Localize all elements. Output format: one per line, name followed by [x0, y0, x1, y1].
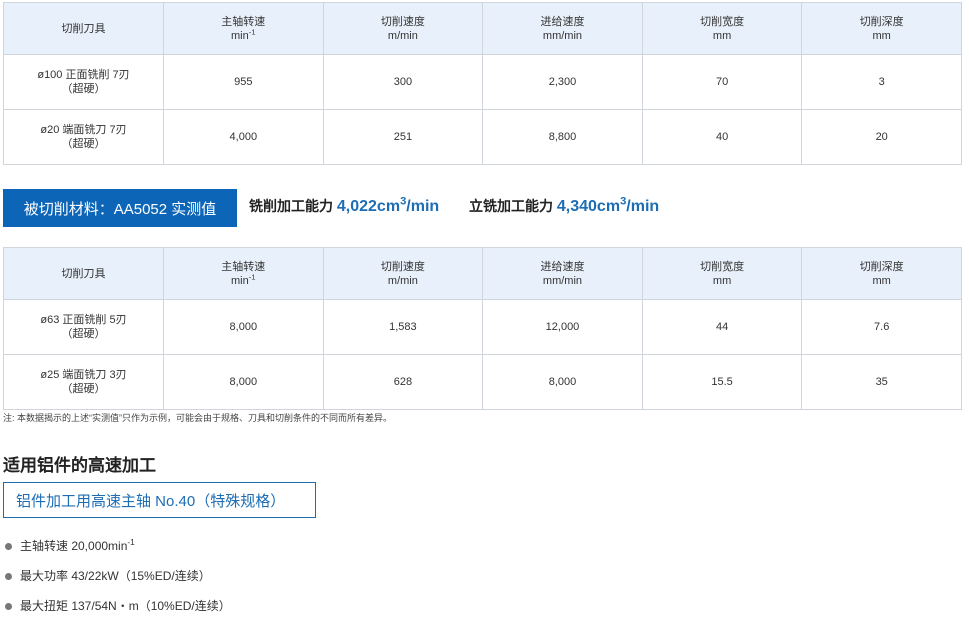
header-feed-rate: 进给速度 mm/min [482, 247, 643, 300]
list-item: 最大扭矩 137/54N・m（10%ED/连续） [5, 597, 231, 627]
rpm-cell: 8,000 [163, 354, 324, 410]
header-cutting-speed: 切削速度 m/min [322, 247, 484, 300]
table-header-row: 切削刀具 主轴转速 min-1 切削速度 m/min 进给速度 mm/min 切… [3, 2, 962, 55]
header-cutting-depth: 切削深度 mm [801, 2, 962, 55]
width-cell: 15.5 [641, 354, 803, 410]
bullet-icon [5, 573, 12, 580]
table-row: ø25 端面铣刀 3刃 （超硬） 8,000 628 8,000 15.5 35 [3, 354, 962, 410]
section-title: 适用铝件的高速加工 [3, 456, 156, 475]
table-header-row: 切削刀具 主轴转速 min-1 切削速度 m/min 进给速度 mm/min 切… [3, 247, 962, 300]
feed-cell: 2,300 [482, 54, 643, 110]
spec-text: 最大功率 43/22kW（15%ED/连续） [20, 569, 211, 583]
header-rpm: 主轴转速 min-1 [163, 2, 324, 55]
end-milling-capacity-label: 立铣加工能力 [469, 198, 553, 214]
width-cell: 40 [641, 109, 803, 165]
bullet-icon [5, 603, 12, 610]
rpm-cell: 8,000 [163, 299, 324, 355]
end-milling-capacity: 立铣加工能力 4,340cm3/min [469, 196, 659, 216]
cutting-table-1: 切削刀具 主轴转速 min-1 切削速度 m/min 进给速度 mm/min 切… [3, 2, 962, 165]
depth-cell: 3 [801, 54, 962, 110]
header-tool: 切削刀具 [3, 247, 164, 300]
header-cutting-width: 切削宽度 mm [641, 247, 803, 300]
milling-capacity-value: 4,022cm3/min [336, 195, 440, 215]
rpm-cell: 955 [163, 54, 324, 110]
speed-cell: 1,583 [322, 299, 484, 355]
feed-cell: 8,000 [482, 354, 643, 410]
tool-cell: ø25 端面铣刀 3刃 （超硬） [3, 354, 164, 410]
feed-cell: 8,800 [482, 109, 643, 165]
tool-cell: ø100 正面铣削 7刃 （超硬） [3, 54, 164, 110]
depth-cell: 35 [801, 354, 962, 410]
header-cutting-speed: 切削速度 m/min [322, 2, 484, 55]
header-cutting-depth: 切削深度 mm [801, 247, 962, 300]
header-cutting-width: 切削宽度 mm [641, 2, 803, 55]
speed-cell: 300 [322, 54, 484, 110]
milling-capacity-label: 铣削加工能力 [249, 198, 333, 214]
speed-cell: 251 [322, 109, 484, 165]
width-cell: 70 [641, 54, 803, 110]
spindle-spec-box: 铝件加工用高速主轴 No.40（特殊规格） [3, 482, 316, 518]
spec-text: 主轴转速 20,000min-1 [20, 537, 135, 553]
cutting-table-2: 切削刀具 主轴转速 min-1 切削速度 m/min 进给速度 mm/min 切… [3, 247, 962, 410]
bullet-icon [5, 543, 12, 550]
list-item: 最大功率 43/22kW（15%ED/连续） [5, 567, 231, 597]
milling-capacity: 铣削加工能力 4,022cm3/min [249, 196, 439, 216]
width-cell: 44 [641, 299, 803, 355]
tool-cell: ø63 正面铣削 5刃 （超硬） [3, 299, 164, 355]
footnote: 注: 本数据揭示的上述“实测值”只作为示例，可能会由于规格、刀具和切削条件的不同… [3, 413, 392, 423]
list-item: 主轴转速 20,000min-1 [5, 537, 231, 567]
header-rpm: 主轴转速 min-1 [163, 247, 324, 300]
header-tool: 切削刀具 [3, 2, 164, 55]
depth-cell: 7.6 [801, 299, 962, 355]
spec-list: 主轴转速 20,000min-1 最大功率 43/22kW（15%ED/连续） … [5, 537, 231, 627]
table-row: ø20 端面铣刀 7刃 （超硬） 4,000 251 8,800 40 20 [3, 109, 962, 165]
feed-cell: 12,000 [482, 299, 643, 355]
header-feed-rate: 进给速度 mm/min [482, 2, 643, 55]
material-banner: 被切削材料：AA5052 实测值 [3, 189, 237, 227]
rpm-cell: 4,000 [163, 109, 324, 165]
table-row: ø100 正面铣削 7刃 （超硬） 955 300 2,300 70 3 [3, 54, 962, 110]
tool-cell: ø20 端面铣刀 7刃 （超硬） [3, 109, 164, 165]
spec-text: 最大扭矩 137/54N・m（10%ED/连续） [20, 599, 231, 613]
end-milling-capacity-value: 4,340cm3/min [556, 195, 660, 215]
speed-cell: 628 [322, 354, 484, 410]
table-row: ø63 正面铣削 5刃 （超硬） 8,000 1,583 12,000 44 7… [3, 299, 962, 355]
depth-cell: 20 [801, 109, 962, 165]
